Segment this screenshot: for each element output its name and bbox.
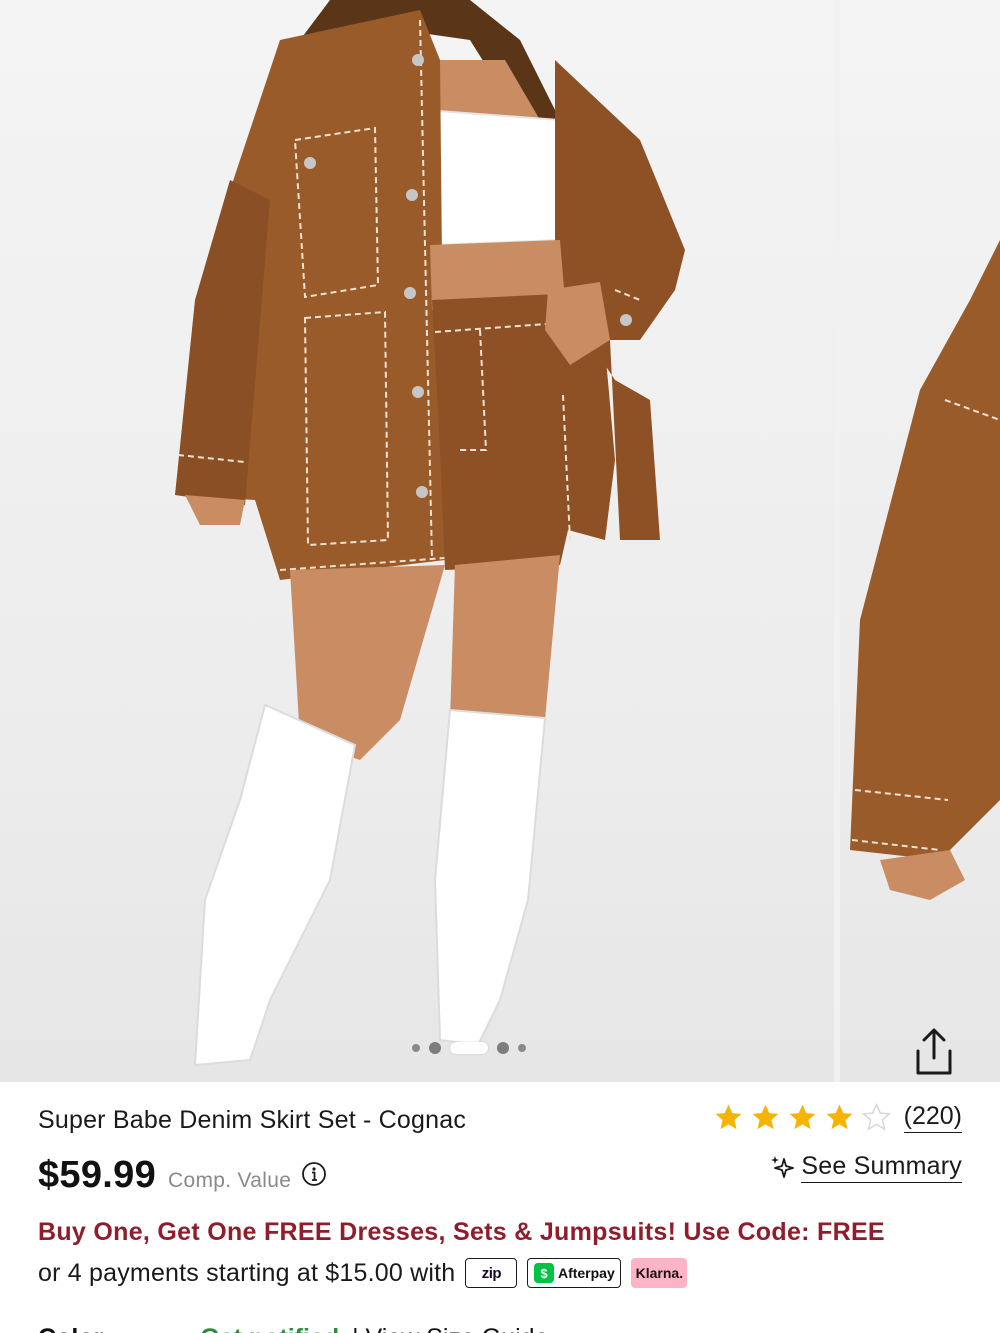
klarna-badge[interactable]: Klarna.	[631, 1258, 688, 1288]
rating-stars	[713, 1102, 892, 1133]
pagination-dot[interactable]	[429, 1042, 441, 1054]
star-icon	[826, 1104, 853, 1130]
comp-value-label: Comp. Value	[168, 1169, 292, 1192]
next-photo-illustration	[850, 240, 1000, 900]
afterpay-label: Afterpay	[557, 1265, 615, 1281]
product-photo-next-peek[interactable]	[840, 0, 1000, 1082]
gallery-pagination-dots	[412, 1040, 526, 1056]
clipped-next-row: Color Get notified | View Size Guide	[38, 1326, 549, 1333]
share-icon	[916, 1028, 952, 1075]
review-count-link[interactable]: (220)	[903, 1102, 962, 1133]
clipped-heading: Color	[38, 1326, 103, 1333]
klarna-label: Klarna.	[635, 1265, 684, 1281]
pagination-dot[interactable]	[412, 1044, 420, 1052]
share-button[interactable]	[904, 1022, 964, 1082]
see-summary-label[interactable]: See Summary	[801, 1152, 962, 1183]
pagination-dot[interactable]	[518, 1044, 526, 1052]
product-rating[interactable]: (220)	[713, 1102, 962, 1133]
product-title: Super Babe Denim Skirt Set - Cognac	[38, 1106, 467, 1134]
installment-payments: or 4 payments starting at $15.00 with zi…	[38, 1258, 688, 1288]
product-price: $59.99	[38, 1154, 157, 1196]
sparkle-icon	[771, 1155, 795, 1178]
product-info: Super Babe Denim Skirt Set - Cognac (220…	[0, 1082, 1000, 1333]
promo-banner[interactable]: Buy One, Get One FREE Dresses, Sets & Ju…	[38, 1218, 885, 1247]
product-photo-main[interactable]	[0, 0, 834, 1082]
model-illustration	[175, 0, 685, 1067]
afterpay-badge[interactable]: $ Afterpay	[527, 1258, 622, 1288]
star-icon	[715, 1104, 742, 1130]
installment-text: or 4 payments starting at $15.00 with	[38, 1258, 456, 1287]
price-row: $59.99 Comp. Value	[38, 1154, 327, 1197]
star-icon	[752, 1104, 779, 1130]
product-image-gallery[interactable]	[0, 0, 1000, 1082]
zip-badge[interactable]: zip	[465, 1258, 518, 1288]
info-icon[interactable]	[301, 1161, 327, 1187]
star-outline-icon	[861, 1102, 891, 1131]
zip-logo: zip	[481, 1264, 502, 1282]
pagination-dot[interactable]	[497, 1042, 509, 1054]
pagination-dot-active[interactable]	[450, 1042, 488, 1054]
clipped-status: Get notified	[200, 1326, 339, 1333]
see-summary-link[interactable]: See Summary	[769, 1152, 962, 1183]
star-icon	[789, 1104, 816, 1130]
cash-app-icon: $	[533, 1263, 554, 1283]
clipped-link[interactable]: | View Size Guide	[352, 1326, 548, 1333]
